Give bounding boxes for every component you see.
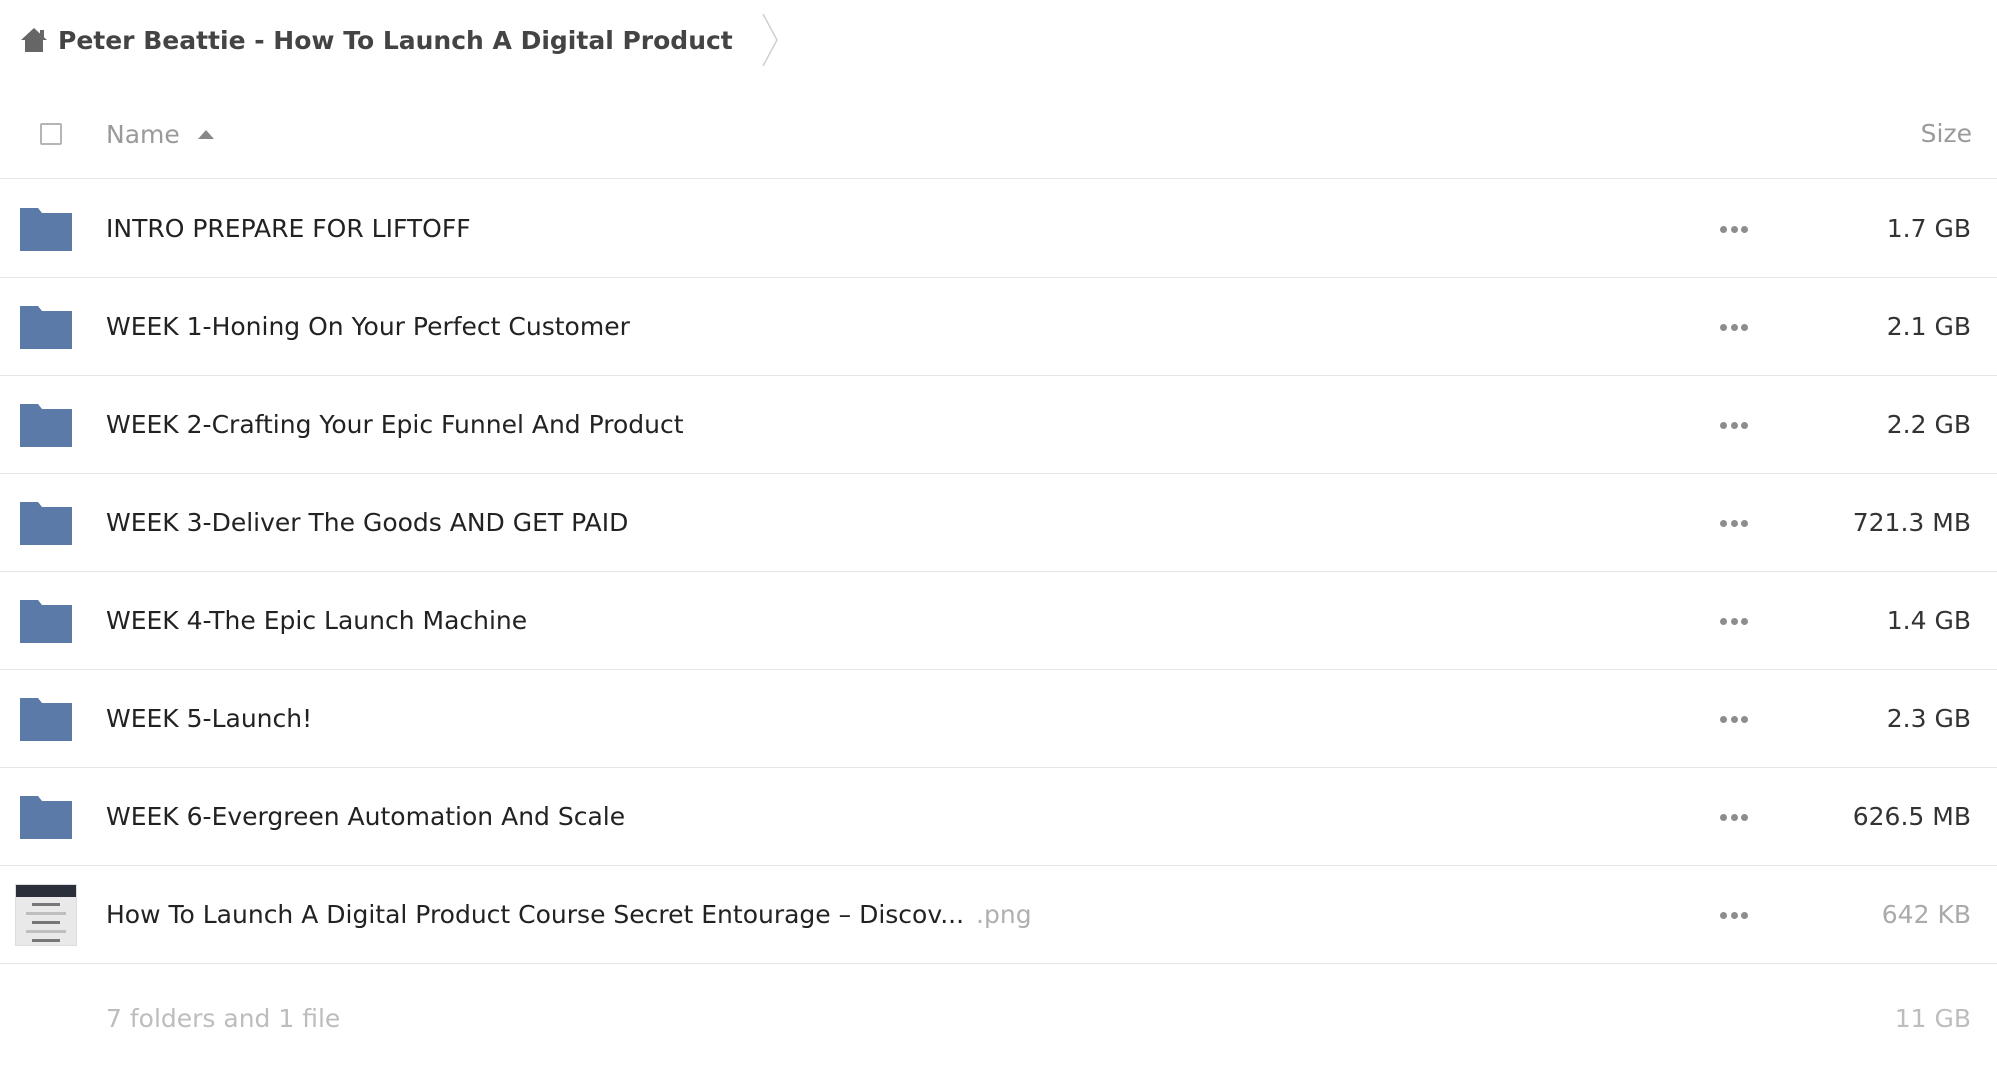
select-all-checkbox[interactable]	[40, 123, 62, 145]
more-options-icon[interactable]	[1714, 511, 1754, 535]
row-size: 721.3 MB	[1852, 508, 1971, 537]
sort-ascending-icon	[197, 129, 214, 139]
row-size: 1.4 GB	[1886, 606, 1971, 635]
row-size: 2.2 GB	[1886, 410, 1971, 439]
row-size: 2.3 GB	[1886, 704, 1971, 733]
more-options-icon[interactable]	[1714, 805, 1754, 829]
home-icon[interactable]	[20, 27, 48, 53]
table-row[interactable]: WEEK 1-Honing On Your Perfect Customer 2…	[0, 278, 1997, 376]
table-header: Name Size	[0, 90, 1997, 179]
more-options-icon[interactable]	[1714, 315, 1754, 339]
folder-icon	[18, 498, 74, 546]
folder-icon	[18, 792, 74, 840]
file-name: How To Launch A Digital Product Course S…	[106, 900, 965, 929]
table-row[interactable]: INTRO PREPARE FOR LIFTOFF 1.7 GB	[0, 180, 1997, 278]
row-size: 1.7 GB	[1886, 214, 1971, 243]
more-options-icon[interactable]	[1714, 707, 1754, 731]
folder-icon	[18, 302, 74, 350]
file-extension: .png	[976, 900, 1032, 929]
item-count: 7 folders and 1 file	[106, 1004, 341, 1033]
breadcrumb-separator-icon	[761, 12, 779, 68]
size-column-header[interactable]: Size	[1921, 114, 1972, 154]
image-thumbnail	[15, 884, 77, 946]
more-options-icon[interactable]	[1714, 903, 1754, 927]
table-row[interactable]: WEEK 2-Crafting Your Epic Funnel And Pro…	[0, 376, 1997, 474]
table-row[interactable]: WEEK 5-Launch! 2.3 GB	[0, 670, 1997, 768]
folder-icon	[18, 596, 74, 644]
row-name[interactable]: INTRO PREPARE FOR LIFTOFF	[106, 180, 471, 278]
row-name[interactable]: WEEK 3-Deliver The Goods AND GET PAID	[106, 474, 628, 572]
more-options-icon[interactable]	[1714, 413, 1754, 437]
file-list: INTRO PREPARE FOR LIFTOFF 1.7 GB WEEK 1-…	[0, 180, 1997, 964]
row-name[interactable]: WEEK 5-Launch!	[106, 670, 312, 768]
table-row[interactable]: WEEK 4-The Epic Launch Machine 1.4 GB	[0, 572, 1997, 670]
table-row[interactable]: WEEK 3-Deliver The Goods AND GET PAID 72…	[0, 474, 1997, 572]
more-options-icon[interactable]	[1714, 609, 1754, 633]
row-size: 2.1 GB	[1886, 312, 1971, 341]
folder-icon	[18, 400, 74, 448]
name-column-label: Name	[106, 119, 180, 149]
total-size: 11 GB	[1894, 1004, 1971, 1033]
breadcrumb-current-folder[interactable]: Peter Beattie - How To Launch A Digital …	[58, 26, 733, 55]
breadcrumb: Peter Beattie - How To Launch A Digital …	[20, 12, 779, 68]
row-size: 642 KB	[1881, 900, 1971, 929]
folder-icon	[18, 204, 74, 252]
row-name[interactable]: WEEK 4-The Epic Launch Machine	[106, 572, 527, 670]
table-row[interactable]: WEEK 6-Evergreen Automation And Scale 62…	[0, 768, 1997, 866]
row-size: 626.5 MB	[1852, 802, 1971, 831]
row-name[interactable]: WEEK 1-Honing On Your Perfect Customer	[106, 278, 630, 376]
list-summary: 7 folders and 1 file 11 GB	[0, 984, 1997, 1064]
row-name[interactable]: WEEK 2-Crafting Your Epic Funnel And Pro…	[106, 376, 684, 474]
name-column-header[interactable]: Name	[106, 114, 214, 154]
row-name[interactable]: WEEK 6-Evergreen Automation And Scale	[106, 768, 625, 866]
row-name[interactable]: How To Launch A Digital Product Course S…	[106, 866, 1032, 964]
more-options-icon[interactable]	[1714, 217, 1754, 241]
folder-icon	[18, 694, 74, 742]
table-row[interactable]: How To Launch A Digital Product Course S…	[0, 866, 1997, 964]
